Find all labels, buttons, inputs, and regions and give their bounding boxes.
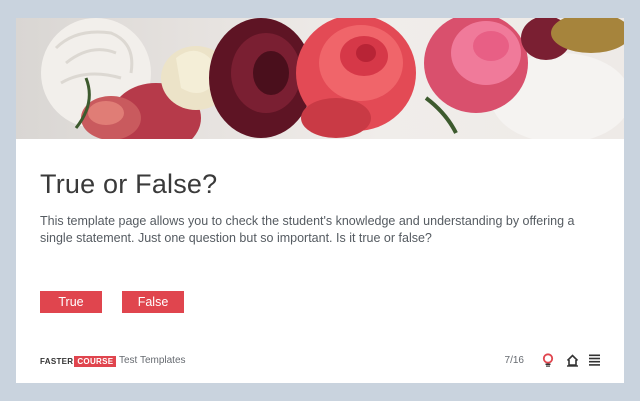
false-button[interactable]: False: [122, 291, 184, 313]
lightbulb-icon[interactable]: [540, 352, 556, 368]
slide-card: True or False? This template page allows…: [16, 18, 624, 383]
home-icon[interactable]: [564, 352, 580, 368]
true-button[interactable]: True: [40, 291, 102, 313]
page-counter: 7/16: [504, 355, 524, 366]
roses-illustration: [41, 18, 624, 139]
menu-icon[interactable]: [586, 352, 602, 368]
course-name: Test Templates: [119, 355, 186, 366]
hero-image-roses: [16, 18, 624, 139]
faster-course-logo: FASTER COURSE: [40, 355, 117, 367]
footer-bar: FASTER COURSE Test Templates 7/16: [40, 352, 600, 370]
logo-text-faster: FASTER: [40, 356, 74, 366]
slide-title: True or False?: [40, 169, 218, 199]
slide-description: This template page allows you to check t…: [40, 214, 575, 245]
logo-text-course: COURSE: [74, 355, 117, 367]
